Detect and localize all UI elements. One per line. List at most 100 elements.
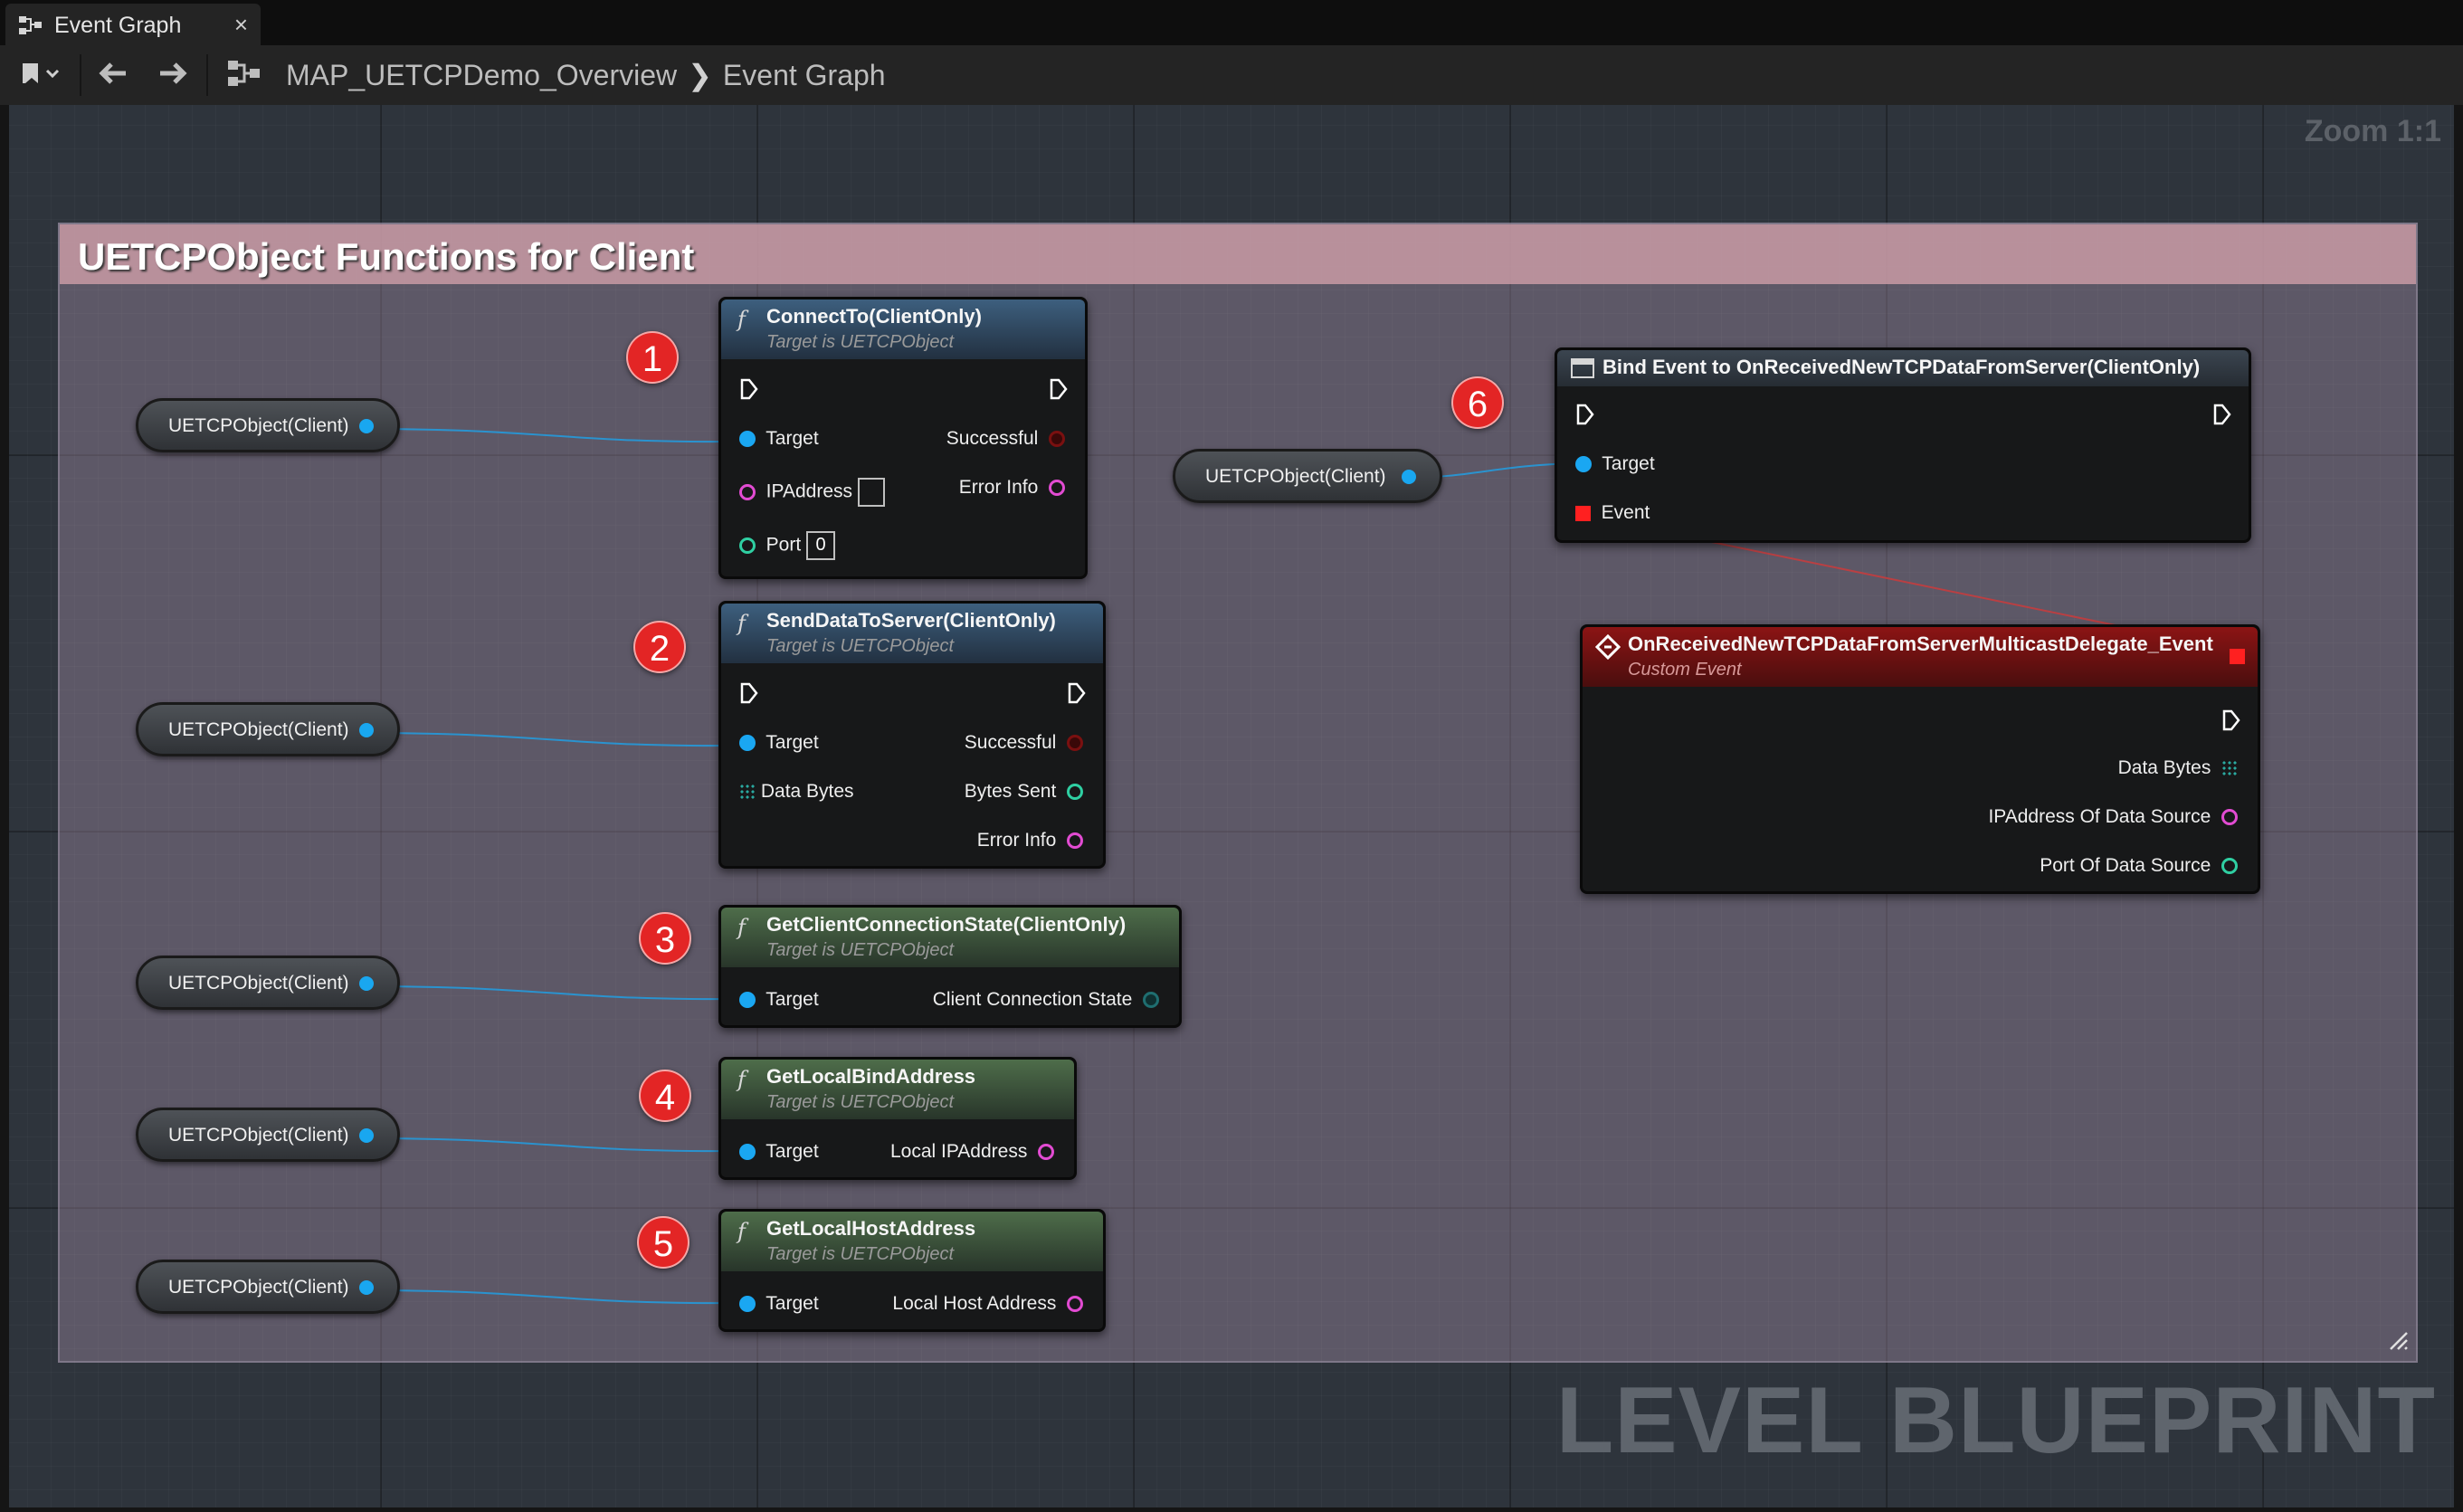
target-pin[interactable]: Target	[1575, 453, 1655, 475]
step-badge-3: 3	[639, 912, 691, 965]
uetcpobject-client-getter[interactable]: UETCPObject(Client)	[136, 702, 400, 756]
uetcpobject-client-getter[interactable]: UETCPObject(Client)	[136, 1108, 400, 1162]
pin-label: Client Connection State	[932, 989, 1133, 1010]
string-pin-icon	[1049, 480, 1065, 497]
exec-out-pin[interactable]	[1067, 681, 1087, 705]
ipaddress-input[interactable]	[857, 478, 885, 507]
int-pin-icon	[2221, 858, 2238, 875]
object-pin-icon	[739, 431, 756, 448]
breadcrumb-item-map[interactable]: MAP_UETCPDemo_Overview	[286, 59, 677, 91]
get-local-bind-address-node[interactable]: f GetLocalBindAddress Target is UETCPObj…	[718, 1057, 1077, 1180]
function-icon: f	[737, 307, 746, 332]
successful-pin[interactable]: Successful	[946, 428, 1065, 450]
object-pin[interactable]	[359, 419, 374, 433]
pin-label: Successful	[946, 428, 1039, 449]
ipaddress-pin[interactable]: IPAddress	[739, 478, 885, 507]
error-info-pin[interactable]: Error Info	[977, 830, 1083, 851]
target-pin[interactable]: Target	[739, 1293, 819, 1315]
node-subtitle: Custom Event	[1628, 660, 1742, 680]
node-subtitle: Target is UETCPObject	[766, 1092, 955, 1112]
exec-out-pin[interactable]	[1049, 377, 1069, 401]
bytes-sent-pin[interactable]: Bytes Sent	[965, 781, 1083, 803]
target-pin[interactable]: Target	[739, 732, 819, 754]
data-bytes-pin[interactable]: Data Bytes	[2118, 757, 2238, 779]
node-subtitle: Target is UETCPObject	[766, 636, 955, 656]
port-input[interactable]: 0	[806, 531, 836, 560]
port-pin[interactable]: Port 0	[739, 531, 836, 560]
exec-out-pin[interactable]	[2212, 403, 2232, 426]
variable-label: UETCPObject(Client)	[168, 1125, 349, 1146]
exec-in-pin[interactable]	[1575, 403, 1595, 426]
close-icon[interactable]: ×	[234, 11, 248, 39]
node-subtitle: Target is UETCPObject	[766, 940, 955, 960]
delegate-out-pin[interactable]	[2230, 645, 2245, 667]
delegate-icon	[1570, 357, 1595, 385]
blueprint-graph-icon	[18, 14, 43, 41]
graph-canvas[interactable]: Zoom 1:1 UETCPObject Functions for Clien…	[9, 105, 2454, 1507]
successful-pin[interactable]: Successful	[965, 732, 1083, 754]
local-ipaddress-pin[interactable]: Local IPAddress	[890, 1141, 1054, 1163]
pin-label: Port Of Data Source	[2040, 855, 2211, 876]
object-pin-icon	[1575, 456, 1592, 473]
pin-label: Error Info	[976, 830, 1057, 851]
exec-out-pin[interactable]	[2221, 708, 2241, 732]
node-title: OnReceivedNewTCPDataFromServerMulticastD…	[1628, 632, 2213, 655]
pin-label: Target	[766, 1293, 819, 1314]
object-pin-icon	[739, 992, 756, 1009]
event-pin[interactable]: Event	[1575, 502, 1650, 524]
send-data-to-server-node[interactable]: f SendDataToServer(ClientOnly) Target is…	[718, 601, 1106, 869]
string-pin-icon	[1067, 832, 1083, 850]
forward-button[interactable]	[148, 45, 197, 105]
pin-label: IPAddress Of Data Source	[1988, 806, 2211, 827]
get-client-connection-state-node[interactable]: f GetClientConnectionState(ClientOnly) T…	[718, 905, 1182, 1028]
exec-in-pin[interactable]	[739, 377, 759, 401]
uetcpobject-client-getter[interactable]: UETCPObject(Client)	[136, 956, 400, 1010]
bookmark-button[interactable]	[13, 45, 72, 105]
breadcrumb-item-graph[interactable]: Event Graph	[723, 59, 886, 91]
error-info-pin[interactable]: Error Info	[959, 477, 1065, 499]
target-pin[interactable]: Target	[739, 428, 819, 450]
ipaddress-of-data-source-pin[interactable]: IPAddress Of Data Source	[1988, 806, 2238, 828]
local-host-address-pin[interactable]: Local Host Address	[892, 1293, 1083, 1315]
object-pin[interactable]	[359, 976, 374, 991]
variable-label: UETCPObject(Client)	[168, 415, 349, 436]
data-bytes-pin[interactable]: Data Bytes	[739, 781, 854, 803]
object-pin[interactable]	[359, 1128, 374, 1143]
array-pin-icon	[2221, 760, 2238, 777]
delegate-pin-icon	[2230, 648, 2245, 664]
breadcrumb: MAP_UETCPDemo_Overview ❯ Event Graph	[286, 58, 886, 92]
exec-in-pin[interactable]	[739, 681, 759, 705]
uetcpobject-client-getter[interactable]: UETCPObject(Client)	[1173, 449, 1442, 503]
function-icon: f	[737, 915, 746, 940]
object-pin[interactable]	[359, 723, 374, 737]
pin-label: Port	[766, 534, 802, 556]
bind-event-node[interactable]: Bind Event to OnReceivedNewTCPDataFromSe…	[1555, 347, 2251, 543]
pin-label: Successful	[964, 732, 1057, 753]
port-of-data-source-pin[interactable]: Port Of Data Source	[2040, 855, 2238, 877]
graph-type-button[interactable]	[221, 45, 268, 105]
target-pin[interactable]: Target	[739, 1141, 819, 1163]
int-pin-icon	[1067, 784, 1083, 801]
pin-label: Target	[1602, 453, 1655, 474]
pin-label: IPAddress	[766, 480, 852, 502]
custom-event-node[interactable]: OnReceivedNewTCPDataFromServerMulticastD…	[1580, 624, 2260, 894]
string-pin-icon	[1067, 1296, 1083, 1313]
connect-to-node[interactable]: f ConnectTo(ClientOnly) Target is UETCPO…	[718, 297, 1088, 579]
pin-label: Event	[1601, 502, 1650, 523]
back-button[interactable]	[89, 45, 138, 105]
tab-event-graph[interactable]: Event Graph ×	[5, 4, 261, 45]
object-pin[interactable]	[359, 1280, 374, 1295]
target-pin[interactable]: Target	[739, 989, 819, 1011]
step-badge-1: 1	[626, 331, 679, 384]
uetcpobject-client-getter[interactable]: UETCPObject(Client)	[136, 1260, 400, 1314]
bool-pin-icon	[1049, 431, 1065, 448]
bookmark-icon	[20, 60, 65, 91]
get-local-host-address-node[interactable]: f GetLocalHostAddress Target is UETCPObj…	[718, 1209, 1106, 1332]
node-subtitle: Target is UETCPObject	[766, 332, 955, 352]
object-pin[interactable]	[1402, 470, 1416, 484]
client-connection-state-pin[interactable]: Client Connection State	[933, 989, 1159, 1011]
node-title: SendDataToServer(ClientOnly)	[766, 609, 1056, 632]
uetcpobject-client-getter[interactable]: UETCPObject(Client)	[136, 398, 400, 452]
node-title: ConnectTo(ClientOnly)	[766, 305, 982, 328]
pin-label: Target	[766, 989, 819, 1010]
